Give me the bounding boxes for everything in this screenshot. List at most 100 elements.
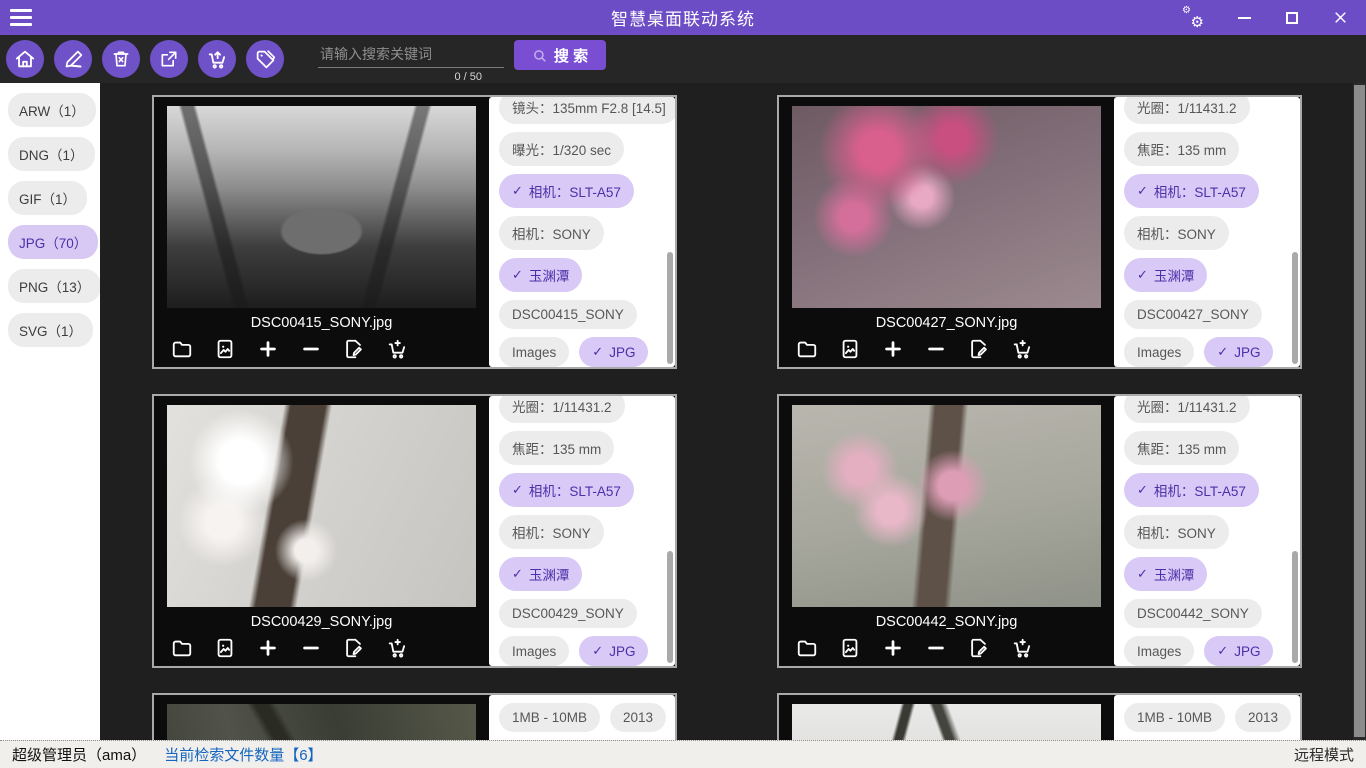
image-file-icon[interactable]	[214, 637, 236, 659]
image-file-icon[interactable]	[839, 338, 861, 360]
tag-pill[interactable]: Images	[499, 337, 569, 367]
tag-pill[interactable]: ✓玉渊潭	[1124, 258, 1207, 292]
tag-pill[interactable]: ✓JPG	[1204, 636, 1273, 666]
tag-pill[interactable]: 镜头：135mm F2.8 [14.5]	[499, 97, 675, 124]
card-media-section	[154, 695, 489, 740]
cart-add-icon[interactable]	[386, 637, 408, 659]
tag-pill[interactable]: ✓相机：SLT-A57	[499, 174, 634, 208]
check-icon: ✓	[1137, 566, 1148, 582]
tag-panel-scrollbar[interactable]	[667, 551, 673, 663]
tag-pill[interactable]: 1MB - 10MB	[499, 703, 600, 732]
tag-pill[interactable]: ✓JPG	[579, 636, 648, 666]
file-edit-icon[interactable]	[343, 338, 365, 360]
tags-icon[interactable]	[246, 40, 284, 78]
cart-add-icon[interactable]	[386, 338, 408, 360]
tag-pill[interactable]: DSC00427_SONY	[1124, 300, 1262, 329]
maximize-icon[interactable]	[1284, 10, 1300, 26]
tag-pill[interactable]: Images	[1124, 636, 1194, 666]
delete-icon[interactable]	[102, 40, 140, 78]
search-button[interactable]: 搜 索	[514, 40, 606, 70]
tag-pill[interactable]: ✓相机：SLT-A57	[499, 473, 634, 507]
remove-icon[interactable]	[925, 637, 947, 659]
tag-pill[interactable]: ✓JPG	[1204, 337, 1273, 367]
tag-pill[interactable]: 焦距：135 mm	[1124, 431, 1239, 465]
check-icon: ✓	[592, 643, 603, 659]
tag-pill[interactable]: 相机：SONY	[1124, 515, 1229, 549]
tag-pill[interactable]: ✓相机：SLT-A57	[1124, 473, 1259, 507]
sidebar-filter-chip[interactable]: SVG（1）	[8, 313, 93, 347]
photo-thumbnail[interactable]	[167, 704, 476, 740]
folder-icon[interactable]	[796, 637, 818, 659]
tag-pill[interactable]: 光圈：1/11431.2	[1124, 97, 1250, 124]
result-count-link[interactable]: 当前检索文件数量【6】	[164, 744, 322, 765]
tag-list: 光圈：1/11431.2 焦距：135 mm ✓相机：SLT-A57 相机：SONY ✓…	[1124, 97, 1300, 367]
add-icon[interactable]	[257, 637, 279, 659]
sidebar-filter-chip[interactable]: PNG（13）	[8, 269, 101, 303]
tag-pill[interactable]: 相机：SONY	[499, 515, 604, 549]
remove-icon[interactable]	[300, 637, 322, 659]
tag-pill[interactable]: DSC00429_SONY	[499, 599, 637, 628]
menu-icon[interactable]	[0, 0, 44, 35]
photo-thumbnail[interactable]	[167, 106, 476, 308]
photo-card: DSC00429_SONY.jpg	[152, 394, 677, 668]
tag-pill[interactable]: 相机：SONY	[499, 216, 604, 250]
tag-pill[interactable]: ✓JPG	[579, 337, 648, 367]
tag-pill[interactable]: DSC00442_SONY	[1124, 599, 1262, 628]
file-edit-icon[interactable]	[343, 637, 365, 659]
image-file-icon[interactable]	[839, 637, 861, 659]
tag-pill[interactable]: ✓玉渊潭	[1124, 557, 1207, 591]
cart-upload-icon[interactable]	[198, 40, 236, 78]
sidebar-filter-chip[interactable]: JPG（70）	[8, 225, 98, 259]
photo-thumbnail[interactable]	[167, 405, 476, 607]
tag-pill[interactable]: 2013	[610, 703, 666, 732]
tag-row: ✓相机：SLT-A57	[499, 473, 675, 507]
tag-panel-scrollbar[interactable]	[667, 252, 673, 364]
open-external-icon[interactable]	[150, 40, 188, 78]
close-icon[interactable]	[1332, 10, 1348, 26]
photo-thumbnail[interactable]	[792, 405, 1101, 607]
tag-pill[interactable]: DSC00415_SONY	[499, 300, 637, 329]
cart-add-icon[interactable]	[1011, 338, 1033, 360]
tag-pill[interactable]: ✓玉渊潭	[499, 557, 582, 591]
folder-icon[interactable]	[171, 338, 193, 360]
photo-thumbnail[interactable]	[792, 704, 1101, 740]
tag-row: ✓相机：SLT-A57	[499, 174, 675, 208]
vertical-scrollbar[interactable]	[1353, 83, 1366, 740]
check-icon: ✓	[512, 183, 523, 199]
sidebar-filter-chip[interactable]: GIF（1）	[8, 181, 87, 215]
scrollbar-thumb[interactable]	[1354, 85, 1365, 737]
image-file-icon[interactable]	[214, 338, 236, 360]
sidebar-filter-chip[interactable]: DNG（1）	[8, 137, 95, 171]
tag-pill[interactable]: 焦距：135 mm	[499, 431, 614, 465]
remove-icon[interactable]	[300, 338, 322, 360]
folder-icon[interactable]	[171, 637, 193, 659]
tag-pill[interactable]: ✓相机：SLT-A57	[1124, 174, 1259, 208]
tag-pill[interactable]: 焦距：135 mm	[1124, 132, 1239, 166]
cart-add-icon[interactable]	[1011, 637, 1033, 659]
tag-panel-scrollbar[interactable]	[1292, 252, 1298, 364]
add-icon[interactable]	[882, 338, 904, 360]
tag-pill[interactable]: 2013	[1235, 703, 1291, 732]
remove-icon[interactable]	[925, 338, 947, 360]
tag-panel-scrollbar[interactable]	[1292, 551, 1298, 663]
tag-pill[interactable]: Images	[1124, 337, 1194, 367]
edit-icon[interactable]	[54, 40, 92, 78]
minimize-icon[interactable]	[1236, 10, 1252, 26]
tag-pill[interactable]: Images	[499, 636, 569, 666]
tag-pill[interactable]: 曝光：1/320 sec	[499, 132, 624, 166]
settings-gears-icon[interactable]: ⚙ ⚙	[1182, 8, 1204, 28]
add-icon[interactable]	[882, 637, 904, 659]
file-edit-icon[interactable]	[968, 637, 990, 659]
sidebar-filter-chip[interactable]: ARW（1）	[8, 93, 96, 127]
tag-pill[interactable]: 光圈：1/11431.2	[1124, 396, 1250, 423]
tag-pill[interactable]: 光圈：1/11431.2	[499, 396, 625, 423]
photo-thumbnail[interactable]	[792, 106, 1101, 308]
tag-pill[interactable]: ✓玉渊潭	[499, 258, 582, 292]
file-edit-icon[interactable]	[968, 338, 990, 360]
add-icon[interactable]	[257, 338, 279, 360]
search-input[interactable]	[318, 43, 504, 68]
tag-pill[interactable]: 相机：SONY	[1124, 216, 1229, 250]
folder-icon[interactable]	[796, 338, 818, 360]
tag-pill[interactable]: 1MB - 10MB	[1124, 703, 1225, 732]
home-icon[interactable]	[6, 40, 44, 78]
